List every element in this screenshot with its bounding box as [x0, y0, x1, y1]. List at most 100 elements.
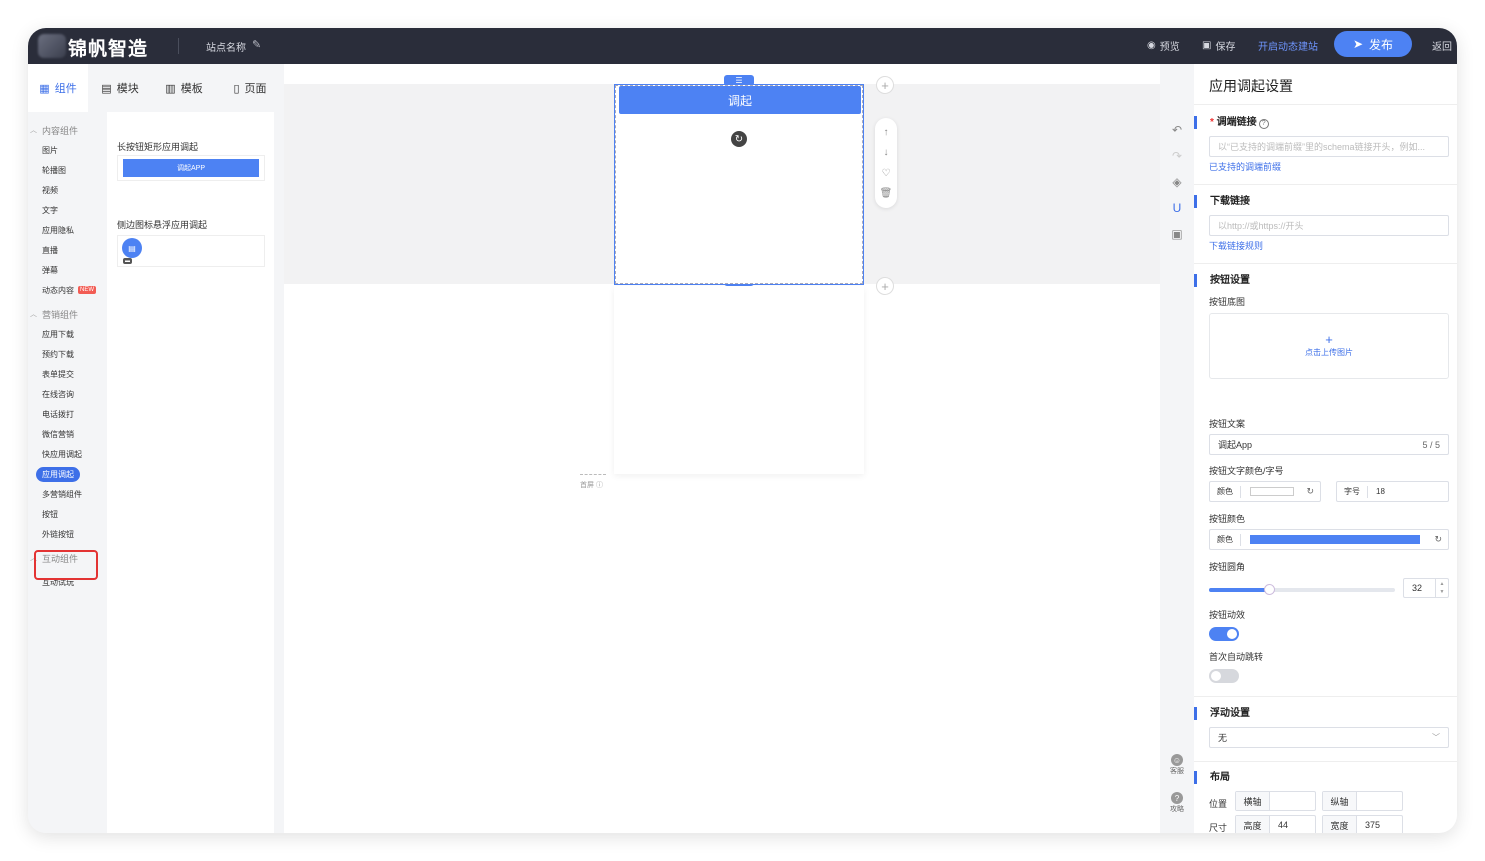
reset-icon[interactable]: ↻: [1306, 486, 1314, 497]
first-screen-marker: 首屏 ⓘ: [580, 474, 606, 490]
button-text-input[interactable]: 调起App 5 / 5: [1209, 434, 1449, 455]
magnet-icon[interactable]: U: [1169, 200, 1185, 216]
site-name[interactable]: 站点名称: [206, 39, 246, 54]
customer-service-button[interactable]: ☺ 客服: [1160, 754, 1194, 776]
category-label: 在线咨询: [42, 389, 74, 399]
edit-icon[interactable]: ✎: [252, 38, 261, 51]
tab-label: 组件: [54, 83, 77, 95]
category-label: 应用下载: [42, 329, 74, 339]
size-key: 字号: [1337, 485, 1368, 498]
category-item[interactable]: 多营销组件: [28, 484, 107, 504]
chevron-down-icon: ﹀: [1432, 733, 1440, 742]
button-color-picker[interactable]: 颜色 ↻: [1209, 529, 1449, 550]
category-item[interactable]: 外链按钮: [28, 524, 107, 544]
button-bg-label: 按钮底图: [1209, 297, 1246, 307]
tab-pages[interactable]: ▯ 页面: [216, 64, 284, 112]
component-panel: 长按钮矩形应用调起 调起APP 侧边图标悬浮应用调起 ▤ ▬: [107, 112, 274, 833]
y-axis-input[interactable]: 纵轴: [1322, 791, 1403, 811]
reset-icon[interactable]: ↻: [1434, 534, 1442, 545]
back-button[interactable]: 返回: [1432, 38, 1452, 53]
category-item[interactable]: 在线咨询: [28, 384, 107, 404]
favorite-icon[interactable]: ♡: [882, 168, 891, 179]
height-input[interactable]: 高度 44: [1235, 815, 1316, 833]
x-key: 横轴: [1236, 792, 1270, 810]
category-item[interactable]: 应用下载: [28, 324, 107, 344]
tab-templates[interactable]: ▥ 模板: [152, 64, 216, 112]
stepper-arrows[interactable]: ▲ ▼: [1435, 579, 1448, 597]
category-item[interactable]: 文字: [28, 200, 107, 220]
animation-toggle[interactable]: [1209, 627, 1239, 641]
preview-launch-button: 调起APP: [123, 159, 259, 177]
category-label: 应用隐私: [42, 225, 74, 235]
add-below-icon[interactable]: +: [876, 277, 894, 295]
text-color-picker[interactable]: 颜色 ↻: [1209, 481, 1321, 502]
rotate-icon[interactable]: ↻: [731, 131, 747, 147]
publish-button[interactable]: ➤ 发布: [1334, 31, 1412, 57]
template-icon: ▥: [165, 82, 176, 95]
launch-app-button[interactable]: 调起: [619, 86, 861, 114]
category-item[interactable]: 轮播图: [28, 160, 107, 180]
deeplink-help-link[interactable]: 已支持的调端前缀: [1209, 160, 1281, 173]
divider: [178, 38, 179, 54]
move-up-icon[interactable]: ↑: [884, 127, 889, 138]
move-down-icon[interactable]: ↓: [884, 147, 889, 158]
card-title: 侧边图标悬浮应用调起: [117, 220, 208, 230]
category-item[interactable]: 微信营销: [28, 424, 107, 444]
preview-button[interactable]: ◉ 预览: [1147, 38, 1180, 53]
group-content[interactable]: ︿ 内容组件: [28, 120, 107, 140]
category-item[interactable]: 直播: [28, 240, 107, 260]
category-label: 应用调起: [36, 466, 80, 482]
deeplink-label: 调端链接: [1216, 117, 1257, 128]
autojump-toggle[interactable]: [1209, 669, 1239, 683]
download-input[interactable]: 以http://或https://开头: [1209, 215, 1449, 236]
save-label: 保存: [1215, 42, 1236, 53]
selected-component-area[interactable]: 调起 ↻: [614, 84, 864, 285]
redo-icon[interactable]: ↷: [1169, 148, 1185, 164]
radius-slider[interactable]: [1209, 584, 1395, 595]
radius-input[interactable]: 32 ▲ ▼: [1403, 578, 1449, 598]
category-item[interactable]: 快应用调起: [28, 444, 107, 464]
add-above-icon[interactable]: +: [876, 76, 894, 94]
width-input[interactable]: 宽度 375: [1322, 815, 1403, 833]
category-label: 外链按钮: [42, 529, 74, 539]
font-size-input[interactable]: 字号 18: [1336, 481, 1449, 502]
component-card-float-icon[interactable]: ▤ ▬: [117, 235, 265, 267]
size-label: 尺寸: [1209, 823, 1228, 833]
highlight-box: [34, 550, 98, 580]
send-icon: ➤: [1352, 37, 1364, 51]
left-panel: ▦ 组件 ▤ 模块 ▥ 模板 ▯ 页面 ︿ 内容组件 图片 轮播图 视频 文字 应…: [28, 64, 284, 833]
logo-icon: [38, 34, 66, 58]
dynamic-site-link[interactable]: 开启动态建站: [1258, 38, 1318, 53]
grid-icon: ▦: [39, 82, 50, 95]
category-item[interactable]: 按钮: [28, 504, 107, 524]
float-select[interactable]: 无 ﹀: [1209, 727, 1449, 748]
category-item[interactable]: 应用隐私: [28, 220, 107, 240]
layers-icon[interactable]: ◈: [1169, 174, 1185, 190]
category-item[interactable]: 预约下载: [28, 344, 107, 364]
tab-modules[interactable]: ▤ 模块: [88, 64, 152, 112]
group-marketing[interactable]: ︿ 营销组件: [28, 304, 107, 324]
category-item-selected[interactable]: 应用调起: [28, 464, 107, 484]
deeplink-input[interactable]: 以“已支持的调端前缀”里的schema链接开头，例如...: [1209, 136, 1449, 157]
chevron-up-icon[interactable]: ▲: [1440, 580, 1445, 588]
tab-components[interactable]: ▦ 组件: [28, 64, 88, 112]
save-button[interactable]: ▣ 保存: [1202, 38, 1235, 53]
guide-button[interactable]: ? 攻略: [1160, 792, 1194, 814]
chevron-down-icon[interactable]: ▼: [1440, 588, 1445, 596]
category-item[interactable]: 弹幕: [28, 260, 107, 280]
slider-handle[interactable]: [1264, 584, 1275, 595]
category-item[interactable]: 图片: [28, 140, 107, 160]
category-item[interactable]: 视频: [28, 180, 107, 200]
x-axis-input[interactable]: 横轴: [1235, 791, 1316, 811]
upload-image-area[interactable]: + 点击上传图片: [1209, 313, 1449, 379]
category-item[interactable]: 电话拨打: [28, 404, 107, 424]
help-icon[interactable]: ?: [1258, 119, 1269, 129]
download-help-link[interactable]: 下载链接规则: [1209, 239, 1263, 252]
button-text-label: 按钮文案: [1209, 419, 1246, 429]
document-icon[interactable]: ▣: [1169, 226, 1185, 242]
component-card-long-button[interactable]: 调起APP: [117, 155, 265, 181]
category-item[interactable]: 表单提交: [28, 364, 107, 384]
delete-icon[interactable]: 🗑: [880, 188, 893, 199]
undo-icon[interactable]: ↶: [1169, 122, 1185, 138]
category-item[interactable]: 动态内容 NEW: [28, 280, 107, 300]
